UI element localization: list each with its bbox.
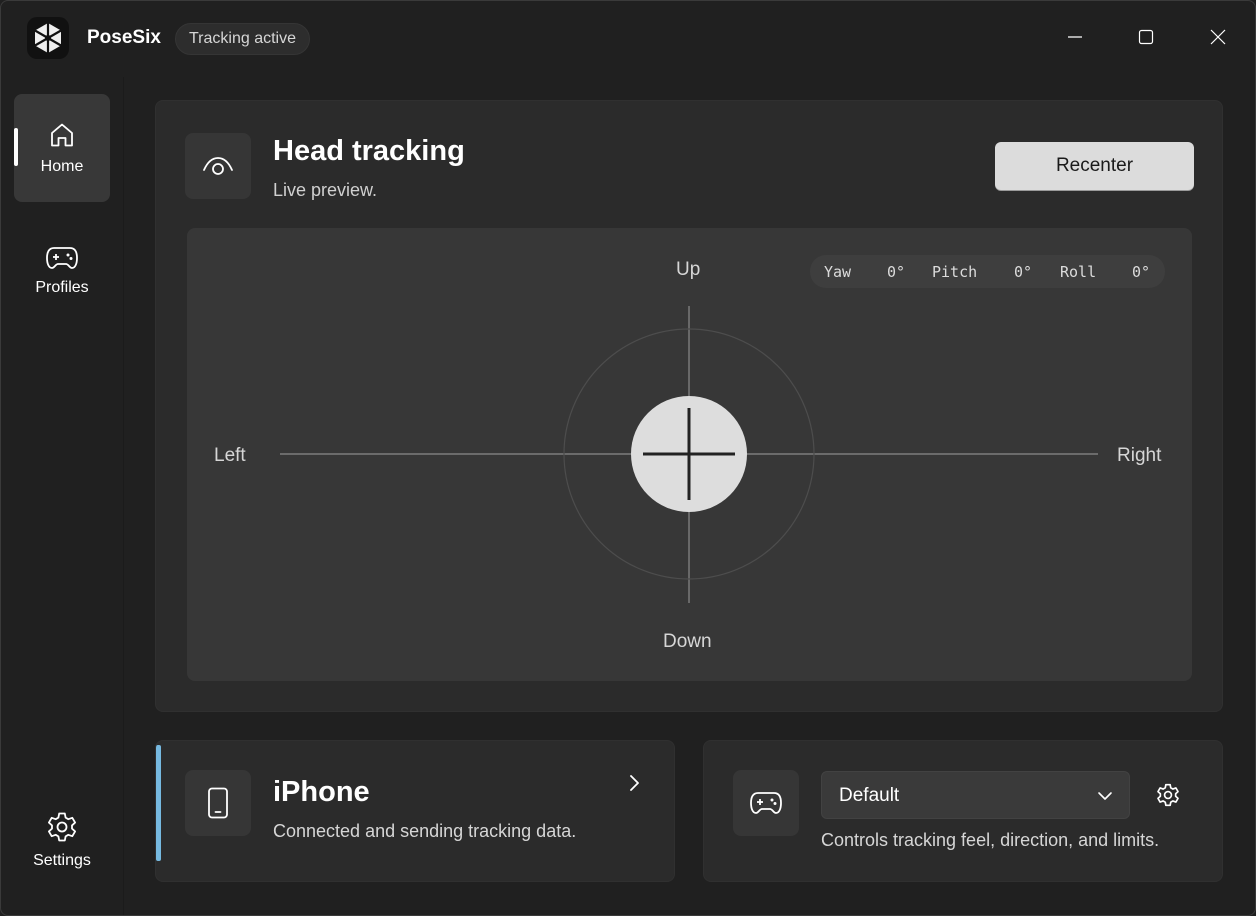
profile-description: Controls tracking feel, direction, and l… <box>821 830 1160 850</box>
device-icon-tile <box>185 770 251 836</box>
direction-label-down: Down <box>663 631 712 652</box>
yaw-value: 0° <box>887 263 906 281</box>
sidebar-item-label: Settings <box>33 852 91 869</box>
device-name: iPhone <box>273 776 370 808</box>
maximize-icon <box>1138 29 1154 45</box>
yaw-label: Yaw <box>824 263 852 281</box>
roll-value: 0° <box>1132 263 1151 281</box>
chevron-down-icon <box>1095 786 1115 806</box>
sidebar-item-settings[interactable]: Settings <box>14 786 110 894</box>
gamepad-icon <box>750 792 782 814</box>
sidebar-item-home[interactable]: Home <box>14 94 110 202</box>
minimize-icon <box>1068 36 1082 38</box>
gamepad-icon <box>46 247 78 269</box>
profile-icon-tile <box>733 770 799 836</box>
roll-label: Roll <box>1060 263 1097 281</box>
head-tracking-subtitle: Live preview. <box>273 180 378 200</box>
gear-icon <box>1157 783 1179 807</box>
head-tracking-icon-tile <box>185 133 251 199</box>
direction-label-left: Left <box>214 445 246 466</box>
chevron-right-icon[interactable] <box>622 771 646 795</box>
direction-label-up: Up <box>676 259 701 280</box>
app-window: PoseSix Tracking active Home Profiles Se… <box>0 0 1256 916</box>
eye-icon <box>203 157 233 175</box>
pitch-value: 0° <box>1014 263 1033 281</box>
pitch-label: Pitch <box>932 263 978 281</box>
sidebar-item-profiles[interactable]: Profiles <box>14 217 110 325</box>
device-connected-accent <box>156 745 161 861</box>
tracking-visual <box>280 306 1098 603</box>
device-status: Connected and sending tracking data. <box>273 821 577 841</box>
sidebar: Home Profiles Settings <box>1 77 124 915</box>
title-bar[interactable]: PoseSix Tracking active <box>1 1 1255 77</box>
minimize-button[interactable] <box>1052 15 1098 59</box>
app-logo-icon <box>27 17 69 59</box>
head-position-marker <box>631 396 747 512</box>
close-button[interactable] <box>1195 15 1241 59</box>
active-indicator <box>14 128 18 166</box>
device-card[interactable]: iPhone Connected and sending tracking da… <box>155 740 675 882</box>
app-title: PoseSix <box>87 27 161 48</box>
sidebar-item-label: Profiles <box>35 279 89 296</box>
maximize-button[interactable] <box>1123 15 1169 59</box>
home-icon <box>51 123 73 147</box>
tracking-preview: Up Down Left Right Yaw 0° Pitch 0° Roll … <box>187 228 1192 681</box>
gear-icon <box>48 812 76 842</box>
profile-settings-button[interactable] <box>1150 777 1186 813</box>
close-icon <box>1210 29 1226 45</box>
phone-icon <box>208 787 228 819</box>
recenter-button[interactable]: Recenter <box>995 142 1194 190</box>
tracking-status-badge: Tracking active <box>175 23 310 55</box>
profile-selected-value: Default <box>839 785 900 806</box>
sidebar-item-label: Home <box>40 158 84 175</box>
orientation-readout: Yaw 0° Pitch 0° Roll 0° <box>810 255 1165 288</box>
head-tracking-title: Head tracking <box>273 135 465 167</box>
head-tracking-card: Head tracking Live preview. Recenter Up … <box>155 100 1223 712</box>
profile-dropdown[interactable]: Default <box>821 771 1130 819</box>
direction-label-right: Right <box>1117 445 1162 466</box>
profile-card: Default Controls tracking feel, directio… <box>703 740 1223 882</box>
